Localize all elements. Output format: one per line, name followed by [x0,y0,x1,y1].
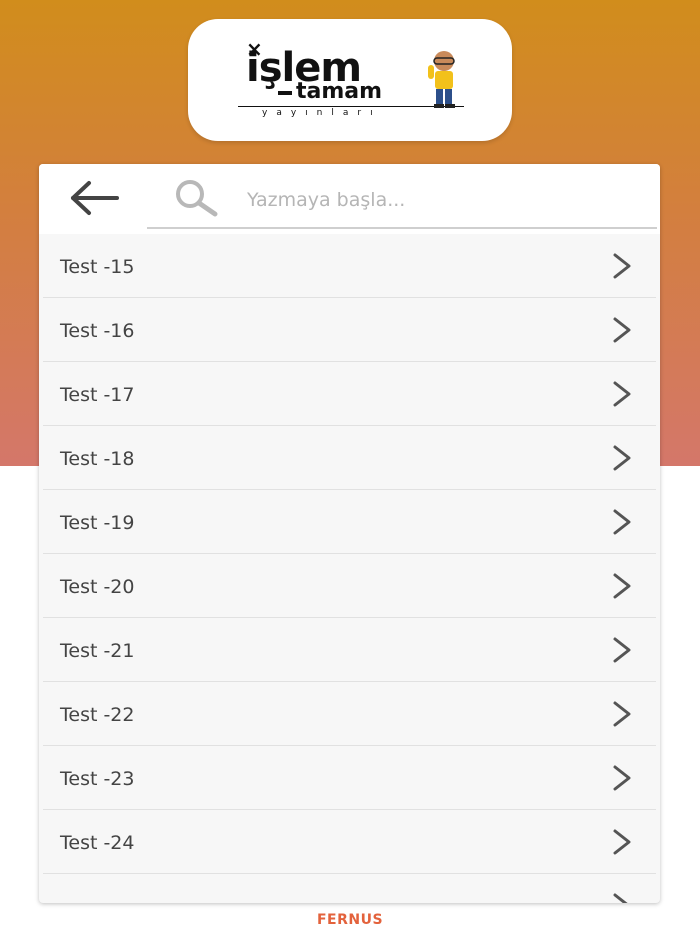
list-item[interactable]: Test -16 [43,298,656,362]
list-item[interactable]: Test -23 [43,746,656,810]
footer-brand: FERNUS [316,912,384,928]
list-item[interactable]: Test -24 [43,810,656,874]
list-item[interactable]: Test -18 [43,426,656,490]
list-item[interactable]: Test -19 [43,490,656,554]
chevron-right-icon [613,701,631,727]
test-list: Test -15 Test -16 Test -17 Test -18 Test… [39,234,660,903]
search-field [147,164,657,229]
list-item-label: Test -23 [60,768,135,790]
app-logo: × işlem tamam yayınları [188,19,512,141]
logo-dash [278,91,292,95]
list-item-label: Test -24 [60,832,135,854]
list-item-label: Test -18 [60,448,135,470]
list-item-label: Test -15 [60,256,135,278]
chevron-right-icon [613,509,631,535]
list-item[interactable]: Test -21 [43,618,656,682]
list-item-label: Test -22 [60,704,135,726]
list-item-label: Test -20 [60,576,135,598]
mascot-illustration [428,51,455,108]
list-item-label: Test -19 [60,512,135,534]
search-input[interactable] [245,182,649,218]
list-item[interactable] [43,874,656,903]
list-item[interactable]: Test -17 [43,362,656,426]
logo-small-text: yayınları [262,108,382,118]
list-item-label: Test -17 [60,384,135,406]
list-item-label: Test -16 [60,320,135,342]
chevron-right-icon [613,573,631,599]
chevron-right-icon [613,765,631,791]
chevron-right-icon [613,637,631,663]
chevron-right-icon [613,253,631,279]
back-button[interactable] [67,178,123,218]
chevron-right-icon [613,893,628,903]
search-bar [39,164,660,234]
test-list-panel: Test -15 Test -16 Test -17 Test -18 Test… [39,164,660,903]
chevron-right-icon [613,445,631,471]
list-item[interactable]: Test -22 [43,682,656,746]
list-item[interactable]: Test -15 [43,234,656,298]
chevron-right-icon [613,381,631,407]
arrow-left-icon [71,181,119,215]
chevron-right-icon [613,317,631,343]
logo-sub-text: tamam [296,79,383,104]
list-item[interactable]: Test -20 [43,554,656,618]
list-item-label: Test -21 [60,640,135,662]
chevron-right-icon [613,829,631,855]
search-icon [176,180,218,217]
